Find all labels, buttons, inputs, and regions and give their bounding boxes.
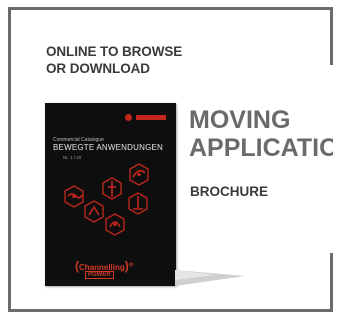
teaser-tagline: ONLINE TO BROWSE OR DOWNLOAD — [46, 43, 182, 77]
brochure-cover-image: Commercial Catalogue BEWEGTE ANWENDUNGEN… — [45, 103, 176, 286]
tagline-line-1: ONLINE TO BROWSE — [46, 44, 183, 59]
page-curl-shadow — [175, 270, 245, 286]
badge-power: POWER — [85, 271, 114, 279]
hexagon-icon — [84, 200, 104, 223]
brochure-cover-link[interactable]: Commercial Catalogue BEWEGTE ANWENDUNGEN… — [45, 103, 176, 286]
tagline-line-2: OR DOWNLOAD — [46, 61, 150, 76]
card-border-gap — [325, 65, 341, 253]
cover-badge: (Channelling)® POWER — [75, 259, 134, 279]
